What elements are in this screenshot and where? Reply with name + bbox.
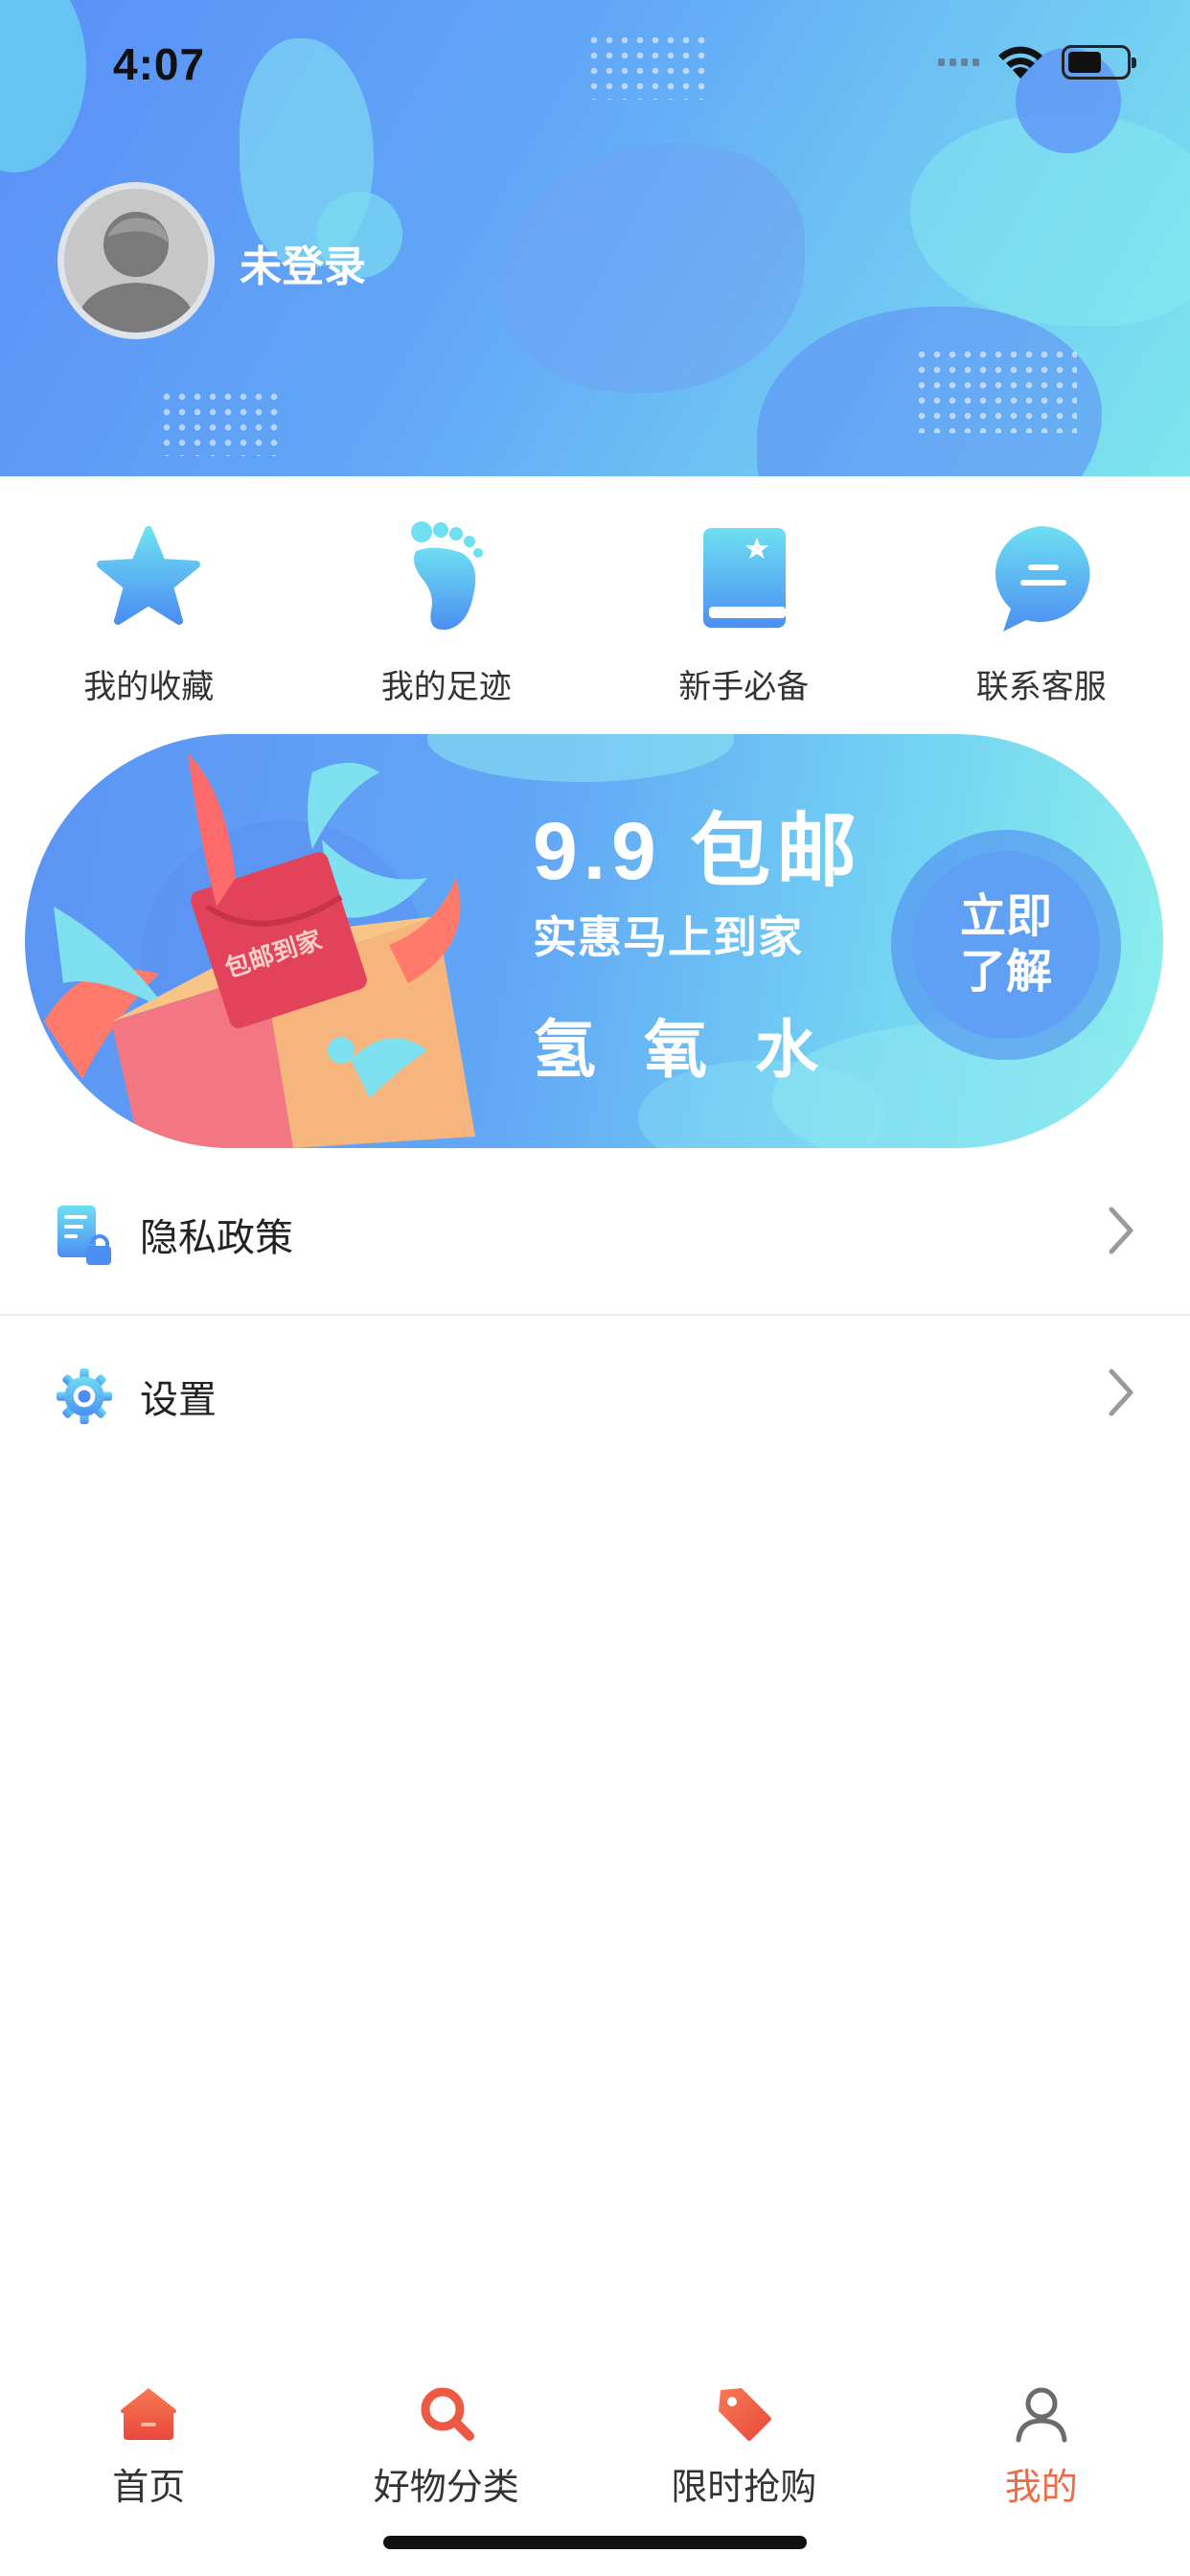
chat-bubble-icon xyxy=(982,518,1101,637)
quick-entry-label: 新手必备 xyxy=(678,668,810,706)
settings-menu: 隐私政策 设置 xyxy=(0,1155,1190,1477)
learn-more-label: 立即了解 xyxy=(912,851,1100,1039)
tab-flash-sale[interactable]: 限时抢购 xyxy=(595,2358,893,2530)
menu-item-label: 隐私政策 xyxy=(140,1216,293,1260)
search-icon xyxy=(416,2382,477,2444)
quick-entry-label: 我的足迹 xyxy=(380,668,512,706)
tab-home[interactable]: 首页 xyxy=(0,2358,298,2530)
promo-banner[interactable]: 包邮到家 9.9 包邮 实惠马上到家 氢氧水 立即了解 xyxy=(25,734,1163,1148)
tab-mine[interactable]: 我的 xyxy=(893,2358,1190,2530)
avatar[interactable] xyxy=(57,182,215,339)
decor-dots xyxy=(914,347,1077,433)
quick-entry-beginner-guide[interactable]: 新手必备 xyxy=(595,476,893,725)
decor-blob xyxy=(498,144,805,393)
quick-entry-favorites[interactable]: 我的收藏 xyxy=(0,476,298,725)
learn-more-button[interactable]: 立即了解 xyxy=(891,830,1121,1060)
banner-title: 9.9 包邮 xyxy=(533,806,863,896)
default-avatar-icon xyxy=(64,189,208,333)
menu-item-label: 设置 xyxy=(140,1378,217,1422)
decor-dots xyxy=(586,33,709,100)
status-icons xyxy=(938,44,1136,80)
menu-item-privacy-policy[interactable]: 隐私政策 xyxy=(0,1155,1190,1316)
menu-item-settings[interactable]: 设置 xyxy=(0,1316,1190,1477)
home-indicator[interactable] xyxy=(383,2536,807,2549)
cellular-signal-icon xyxy=(938,58,979,66)
bottom-tab-bar: 首页 好物分类 限时抢购 我的 xyxy=(0,2358,1190,2530)
tab-categories[interactable]: 好物分类 xyxy=(298,2358,596,2530)
star-icon xyxy=(89,518,208,637)
tab-label: 我的 xyxy=(1004,2466,1078,2508)
tab-label: 限时抢购 xyxy=(671,2466,817,2508)
footprint-icon xyxy=(387,518,506,637)
login-status-label[interactable]: 未登录 xyxy=(240,232,366,293)
quick-entry-label: 我的收藏 xyxy=(83,668,215,706)
user-icon xyxy=(1011,2382,1072,2444)
chevron-right-icon xyxy=(1109,1368,1133,1416)
quick-entry-customer-service[interactable]: 联系客服 xyxy=(893,476,1190,725)
tag-icon xyxy=(713,2382,774,2444)
quick-entry-label: 联系客服 xyxy=(975,668,1107,706)
banner-product: 氢氧水 xyxy=(533,1013,866,1087)
status-time: 4:07 xyxy=(113,39,206,89)
decor-blob xyxy=(0,0,86,172)
settings-gear-icon xyxy=(56,1366,113,1427)
battery-icon xyxy=(1062,45,1136,80)
privacy-document-icon xyxy=(56,1204,113,1265)
gift-box-illustration: 包邮到家 xyxy=(44,753,475,1148)
quick-entry-footprints[interactable]: 我的足迹 xyxy=(298,476,596,725)
profile-header: 4:07 未登录 xyxy=(0,0,1190,476)
quick-entries: 我的收藏 我的足迹 新手必备 联系客服 xyxy=(0,476,1190,725)
banner-subtitle: 实惠马上到家 xyxy=(533,911,803,963)
guide-book-icon xyxy=(684,518,803,637)
tab-label: 好物分类 xyxy=(373,2466,519,2508)
wifi-icon xyxy=(998,46,1042,79)
decor-dots xyxy=(159,389,284,456)
banner-copy: 9.9 包邮 实惠马上到家 氢氧水 xyxy=(533,811,866,1091)
tab-label: 首页 xyxy=(112,2466,186,2508)
chevron-right-icon xyxy=(1109,1207,1133,1254)
home-icon xyxy=(118,2382,179,2444)
